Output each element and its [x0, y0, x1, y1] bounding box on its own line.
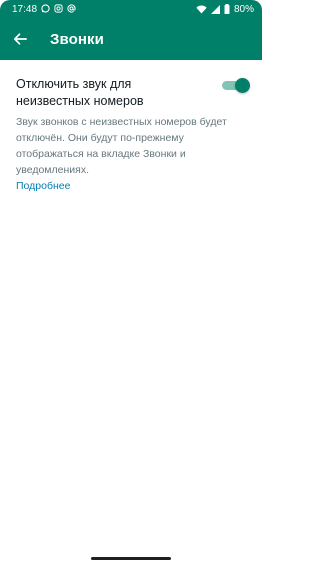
- home-indicator[interactable]: [91, 557, 171, 560]
- instagram-icon: [54, 3, 63, 15]
- arrow-back-icon: [13, 33, 27, 45]
- status-right: 80%: [196, 4, 254, 15]
- at-sign-icon: [67, 3, 76, 15]
- silence-unknown-toggle[interactable]: [222, 78, 250, 93]
- back-button[interactable]: [0, 18, 40, 60]
- status-left: 17:48: [12, 4, 76, 15]
- signal-icon: [210, 4, 220, 14]
- toggle-thumb: [235, 78, 250, 93]
- page-title: Звонки: [50, 30, 104, 48]
- status-time: 17:48: [12, 3, 38, 15]
- whatsapp-icon: [41, 3, 50, 15]
- silence-unknown-setting[interactable]: Отключить звук для неизвестных номеров З…: [16, 76, 248, 194]
- status-bar: 17:48 80%: [0, 0, 262, 18]
- setting-description: Звук звонков с неизвестных номеров будет…: [16, 114, 231, 194]
- setting-title: Отключить звук для неизвестных номеров: [16, 77, 144, 108]
- app-bar: Звонки: [0, 18, 262, 60]
- learn-more-link[interactable]: Подробнее: [16, 178, 231, 194]
- battery-percent: 80%: [233, 3, 254, 15]
- setting-description-text: Звук звонков с неизвестных номеров будет…: [16, 116, 227, 176]
- battery-icon: [224, 4, 230, 14]
- wifi-icon: [196, 5, 207, 14]
- screen: 17:48 80% Звонки Отключить звук для неиз…: [0, 0, 262, 568]
